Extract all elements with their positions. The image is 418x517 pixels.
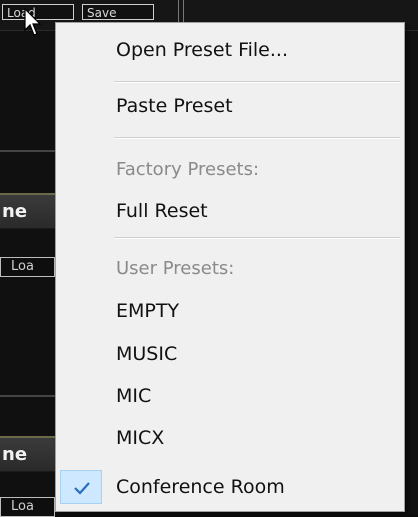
menu-separator <box>114 81 400 83</box>
menu-item-open-preset-file[interactable]: Open Preset File... <box>58 33 402 67</box>
menu-item-label: Factory Presets: <box>116 159 260 180</box>
menu-item-label: MIC <box>116 385 152 407</box>
check-highlight <box>60 470 102 504</box>
menu-item-paste-preset[interactable]: Paste Preset <box>58 89 402 123</box>
menu-item-label: Open Preset File... <box>116 39 288 61</box>
channel-strip-top[interactable]: ne <box>0 193 55 229</box>
mouse-cursor-icon <box>24 8 42 36</box>
menu-item-label: MICX <box>116 427 165 449</box>
check-icon <box>74 482 90 495</box>
menu-item-label: Paste Preset <box>116 95 233 117</box>
menu-item-label: Conference Room <box>116 476 285 498</box>
menu-item-label: Full Reset <box>116 200 208 222</box>
menu-item-label: MUSIC <box>116 343 178 365</box>
menu-item-full-reset[interactable]: Full Reset <box>58 194 402 228</box>
menu-item-micx[interactable]: MICX <box>58 421 402 455</box>
load-button-small[interactable]: Loa <box>0 497 55 517</box>
menu-item-mic[interactable]: MIC <box>58 379 402 413</box>
menu-item-conference-room[interactable]: Conference Room <box>58 470 402 504</box>
preset-context-menu: Open Preset File... Paste Preset Factory… <box>55 22 405 512</box>
menu-separator <box>114 237 400 239</box>
channel-strip-bottom[interactable]: ne <box>0 436 55 472</box>
save-button[interactable]: Save <box>82 4 154 20</box>
menu-item-label: EMPTY <box>116 300 180 322</box>
menu-item-label: User Presets: <box>116 258 235 279</box>
menu-separator <box>114 137 400 139</box>
load-button-small[interactable]: Loa <box>0 257 55 277</box>
menu-header-factory-presets: Factory Presets: <box>58 153 402 187</box>
menu-header-user-presets: User Presets: <box>58 252 402 286</box>
menu-item-music[interactable]: MUSIC <box>58 337 402 371</box>
menu-item-empty[interactable]: EMPTY <box>58 294 402 328</box>
scroll-rail <box>178 0 184 24</box>
divider <box>0 395 55 397</box>
divider <box>0 150 55 152</box>
